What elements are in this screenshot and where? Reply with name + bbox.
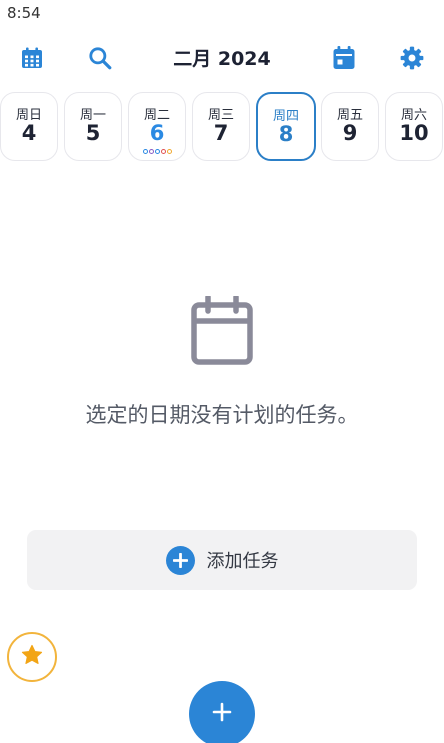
task-dot	[160, 149, 166, 154]
day-card-thursday-selected[interactable]: 周四 8	[256, 92, 316, 161]
day-number: 10	[399, 121, 429, 145]
calendar-outline-icon	[190, 294, 254, 366]
star-icon	[20, 643, 44, 671]
week-strip: 周日 4 周一 5 周二 6 周三 7 周四 8 周五 9 周六 10	[0, 92, 444, 162]
plus-circle-icon	[165, 545, 195, 575]
day-card-friday[interactable]: 周五 9	[321, 92, 379, 161]
day-number: 8	[278, 122, 294, 146]
task-dot	[154, 149, 160, 154]
day-number: 6	[149, 121, 165, 145]
task-dot	[148, 149, 154, 154]
add-task-button[interactable]: 添加任务	[27, 530, 417, 590]
day-number: 4	[21, 121, 37, 145]
day-card-wednesday[interactable]: 周三 7	[192, 92, 250, 161]
add-fab[interactable]	[189, 681, 255, 743]
calendar-today-icon[interactable]	[326, 40, 362, 76]
month-title[interactable]: 二月 2024	[0, 44, 444, 71]
task-dots	[129, 149, 185, 154]
app-bar: 二月 2024	[0, 36, 444, 80]
status-time: 8:54	[7, 4, 41, 22]
task-dot	[142, 149, 148, 154]
day-card-monday[interactable]: 周一 5	[64, 92, 122, 161]
empty-state-message: 选定的日期没有计划的任务。	[85, 403, 359, 427]
status-bar: 8:54	[0, 0, 444, 26]
day-number: 7	[213, 121, 229, 145]
day-card-saturday[interactable]: 周六 10	[385, 92, 443, 161]
day-number: 9	[342, 121, 358, 145]
day-card-sunday[interactable]: 周日 4	[0, 92, 58, 161]
add-task-label: 添加任务	[206, 551, 279, 572]
plus-icon	[212, 702, 232, 726]
day-number: 5	[85, 121, 101, 145]
task-dot	[166, 149, 172, 154]
day-card-tuesday[interactable]: 周二 6	[128, 92, 186, 161]
favorites-button[interactable]	[7, 632, 57, 682]
gear-icon[interactable]	[394, 40, 430, 76]
